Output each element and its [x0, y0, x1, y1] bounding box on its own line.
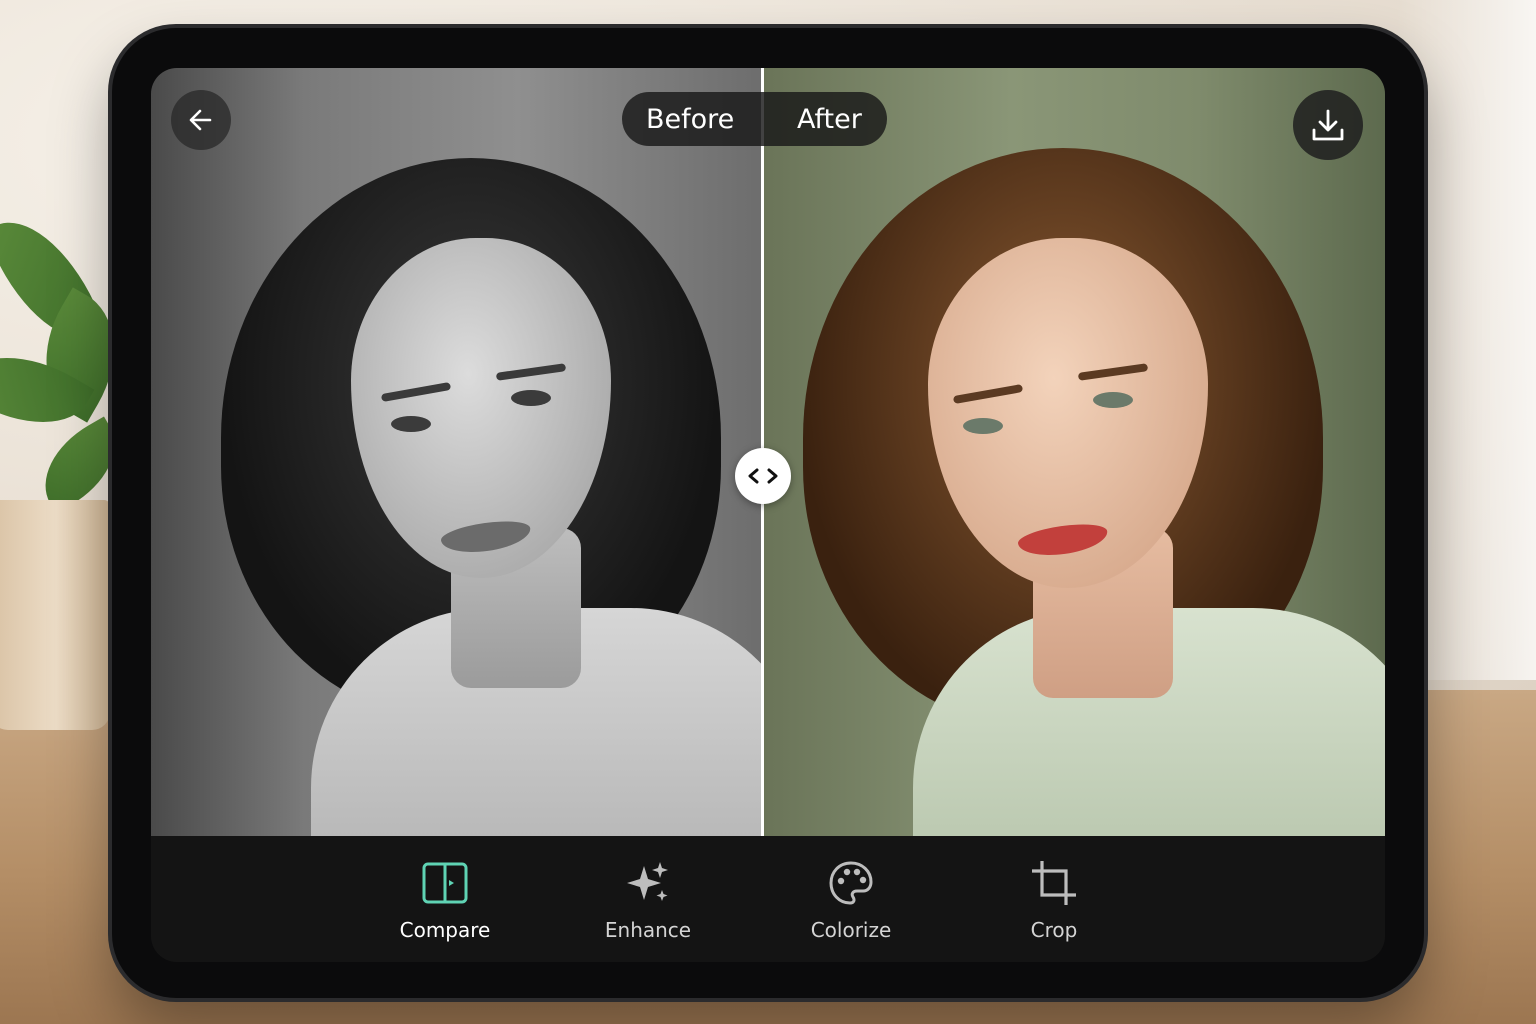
- split-compare-icon: [419, 858, 471, 908]
- tool-label: Enhance: [604, 918, 692, 942]
- portrait-eye: [391, 416, 431, 432]
- back-button[interactable]: [171, 90, 231, 150]
- download-button[interactable]: [1293, 90, 1363, 160]
- tool-compare[interactable]: Compare: [365, 858, 525, 942]
- tool-crop[interactable]: Crop: [974, 858, 1134, 942]
- before-after-toggle[interactable]: Before After: [622, 92, 887, 146]
- tool-enhance[interactable]: Enhance: [568, 858, 728, 942]
- chevrons-left-right-icon: [748, 468, 778, 484]
- crop-icon: [1028, 858, 1080, 908]
- portrait-eye: [511, 390, 551, 406]
- sparkle-icon: [622, 858, 674, 908]
- compare-slider-handle[interactable]: [735, 448, 791, 504]
- compare-view[interactable]: Before After: [151, 68, 1385, 836]
- tool-label: Crop: [1030, 918, 1078, 942]
- portrait-eye: [1093, 392, 1133, 408]
- tool-label: Colorize: [810, 918, 892, 942]
- portrait-eye: [963, 418, 1003, 434]
- before-label[interactable]: Before: [622, 92, 765, 146]
- after-photo: [763, 68, 1385, 836]
- download-icon: [1312, 109, 1344, 141]
- app-screen: Before After Compare Enhance Colorize Cr…: [151, 68, 1385, 962]
- after-label[interactable]: After: [765, 92, 887, 146]
- arrow-left-icon: [189, 109, 212, 131]
- palette-icon: [825, 858, 877, 908]
- tool-colorize[interactable]: Colorize: [771, 858, 931, 942]
- before-photo: [151, 68, 763, 836]
- bottom-toolbar: Compare Enhance Colorize Crop: [151, 836, 1385, 962]
- plant-pot: [0, 500, 110, 730]
- tool-label: Compare: [399, 918, 491, 942]
